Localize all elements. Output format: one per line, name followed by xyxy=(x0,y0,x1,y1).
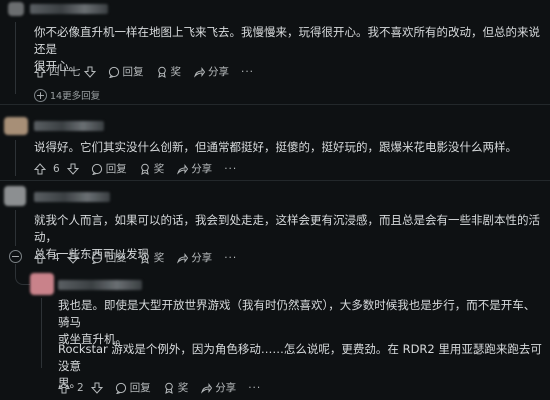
more-options-icon[interactable]: ··· xyxy=(241,66,254,78)
divider xyxy=(0,104,550,105)
share-button[interactable]: 分享 xyxy=(200,380,236,395)
award-button[interactable]: 奖 xyxy=(163,380,189,395)
vote-group: 2 xyxy=(58,382,103,394)
reply-label: 回复 xyxy=(129,382,151,394)
award-label: 奖 xyxy=(170,66,182,78)
comment-line: Rockstar 游戏是个例外，因为角色移动……怎么说呢，更费劲。在 RDR2 … xyxy=(58,342,542,373)
award-button[interactable]: 奖 xyxy=(156,64,182,79)
collapse-thread-button[interactable]: − xyxy=(9,250,22,263)
share-label: 分享 xyxy=(208,66,229,78)
award-label: 奖 xyxy=(153,252,165,264)
reply-button[interactable]: 回复 xyxy=(108,64,144,79)
comment-actions: 6 回复 奖 分享 ··· xyxy=(34,161,237,176)
reply-label: 回复 xyxy=(105,252,127,264)
reply-label: 回复 xyxy=(122,66,144,78)
award-button[interactable]: 奖 xyxy=(139,161,165,176)
thread-connector xyxy=(15,264,30,285)
avatar[interactable] xyxy=(8,2,24,16)
more-options-icon[interactable]: ··· xyxy=(224,163,237,175)
username[interactable] xyxy=(58,280,142,290)
reply-label: 回复 xyxy=(105,163,127,175)
more-replies-link[interactable]: + 14更多回复 xyxy=(34,88,100,102)
share-button[interactable]: 分享 xyxy=(193,64,229,79)
share-icon xyxy=(194,66,205,78)
vote-group: 6 xyxy=(34,163,79,175)
upvote-icon[interactable] xyxy=(34,162,46,175)
award-icon xyxy=(164,382,173,394)
username[interactable] xyxy=(30,4,108,14)
avatar[interactable] xyxy=(4,186,26,206)
downvote-icon[interactable] xyxy=(66,163,79,175)
comment-body: 说得好。它们其实没什么创新，但通常都挺好，挺傻的，挺好玩的，跟爆米花电影没什么两… xyxy=(34,139,544,156)
comment-icon xyxy=(91,163,102,175)
upvote-icon[interactable] xyxy=(34,65,46,78)
comment-actions: 2 回复 奖 分享 ··· xyxy=(58,380,261,395)
comment-actions: 四十七 回复 奖 分享 ··· xyxy=(34,64,254,79)
more-options-icon[interactable]: ··· xyxy=(224,252,237,264)
share-icon xyxy=(177,252,189,264)
username[interactable] xyxy=(34,121,104,131)
vote-count: 4 xyxy=(53,251,60,264)
comment-line: 说得好。它们其实没什么创新，但通常都挺好，挺傻的，挺好玩的，跟爆米花电影没什么两… xyxy=(34,140,517,154)
award-label: 奖 xyxy=(153,163,165,175)
award-icon xyxy=(157,66,166,78)
award-icon xyxy=(140,163,149,175)
share-icon xyxy=(201,382,213,394)
avatar[interactable] xyxy=(30,273,54,295)
award-button[interactable]: 奖 xyxy=(139,250,165,265)
vote-count: 2 xyxy=(77,381,84,394)
more-replies-label: 14更多回复 xyxy=(50,91,101,102)
avatar[interactable] xyxy=(4,117,28,135)
share-icon xyxy=(177,163,189,175)
comment-icon xyxy=(91,252,102,264)
thread-line xyxy=(15,140,16,176)
share-label: 分享 xyxy=(191,252,213,264)
award-icon xyxy=(140,252,149,264)
upvote-icon[interactable] xyxy=(58,381,70,394)
comment-line: 就我个人而言，如果可以的话，我会到处走走，这样会更有沉浸感，而且总是会有一些非剧… xyxy=(34,213,540,244)
comment-line: 我也是。即使是大型开放世界游戏（我有时仍然喜欢），大多数时候我也是步行，而不是开… xyxy=(58,298,536,329)
thread-line xyxy=(41,298,42,368)
share-button[interactable]: 分享 xyxy=(176,161,212,176)
thread-line xyxy=(15,22,16,94)
vote-count: 6 xyxy=(53,162,60,175)
vote-group: 4 xyxy=(34,252,79,264)
award-label: 奖 xyxy=(177,382,189,394)
reply-button[interactable]: 回复 xyxy=(115,380,151,395)
comment-actions: 4 回复 奖 分享 ··· xyxy=(34,250,237,265)
expand-icon: + xyxy=(34,88,47,102)
upvote-icon[interactable] xyxy=(34,251,46,264)
comment-icon xyxy=(108,66,119,78)
comment-line: 你不必像直升机一样在地图上飞来飞去。我慢慢来，玩得很开心。我不喜欢所有的改动，但… xyxy=(34,25,540,56)
share-label: 分享 xyxy=(215,382,237,394)
vote-count: 四十七 xyxy=(49,66,81,78)
thread-line xyxy=(15,210,16,246)
vote-group: 四十七 xyxy=(34,64,96,79)
divider xyxy=(0,180,550,181)
more-options-icon[interactable]: ··· xyxy=(248,382,261,394)
downvote-icon[interactable] xyxy=(83,66,96,78)
reply-button[interactable]: 回复 xyxy=(91,161,127,176)
share-label: 分享 xyxy=(191,163,213,175)
comment-icon xyxy=(115,382,126,394)
username[interactable] xyxy=(34,192,110,202)
share-button[interactable]: 分享 xyxy=(176,250,212,265)
reply-button[interactable]: 回复 xyxy=(91,250,127,265)
downvote-icon[interactable] xyxy=(90,382,103,394)
downvote-icon[interactable] xyxy=(66,252,79,264)
